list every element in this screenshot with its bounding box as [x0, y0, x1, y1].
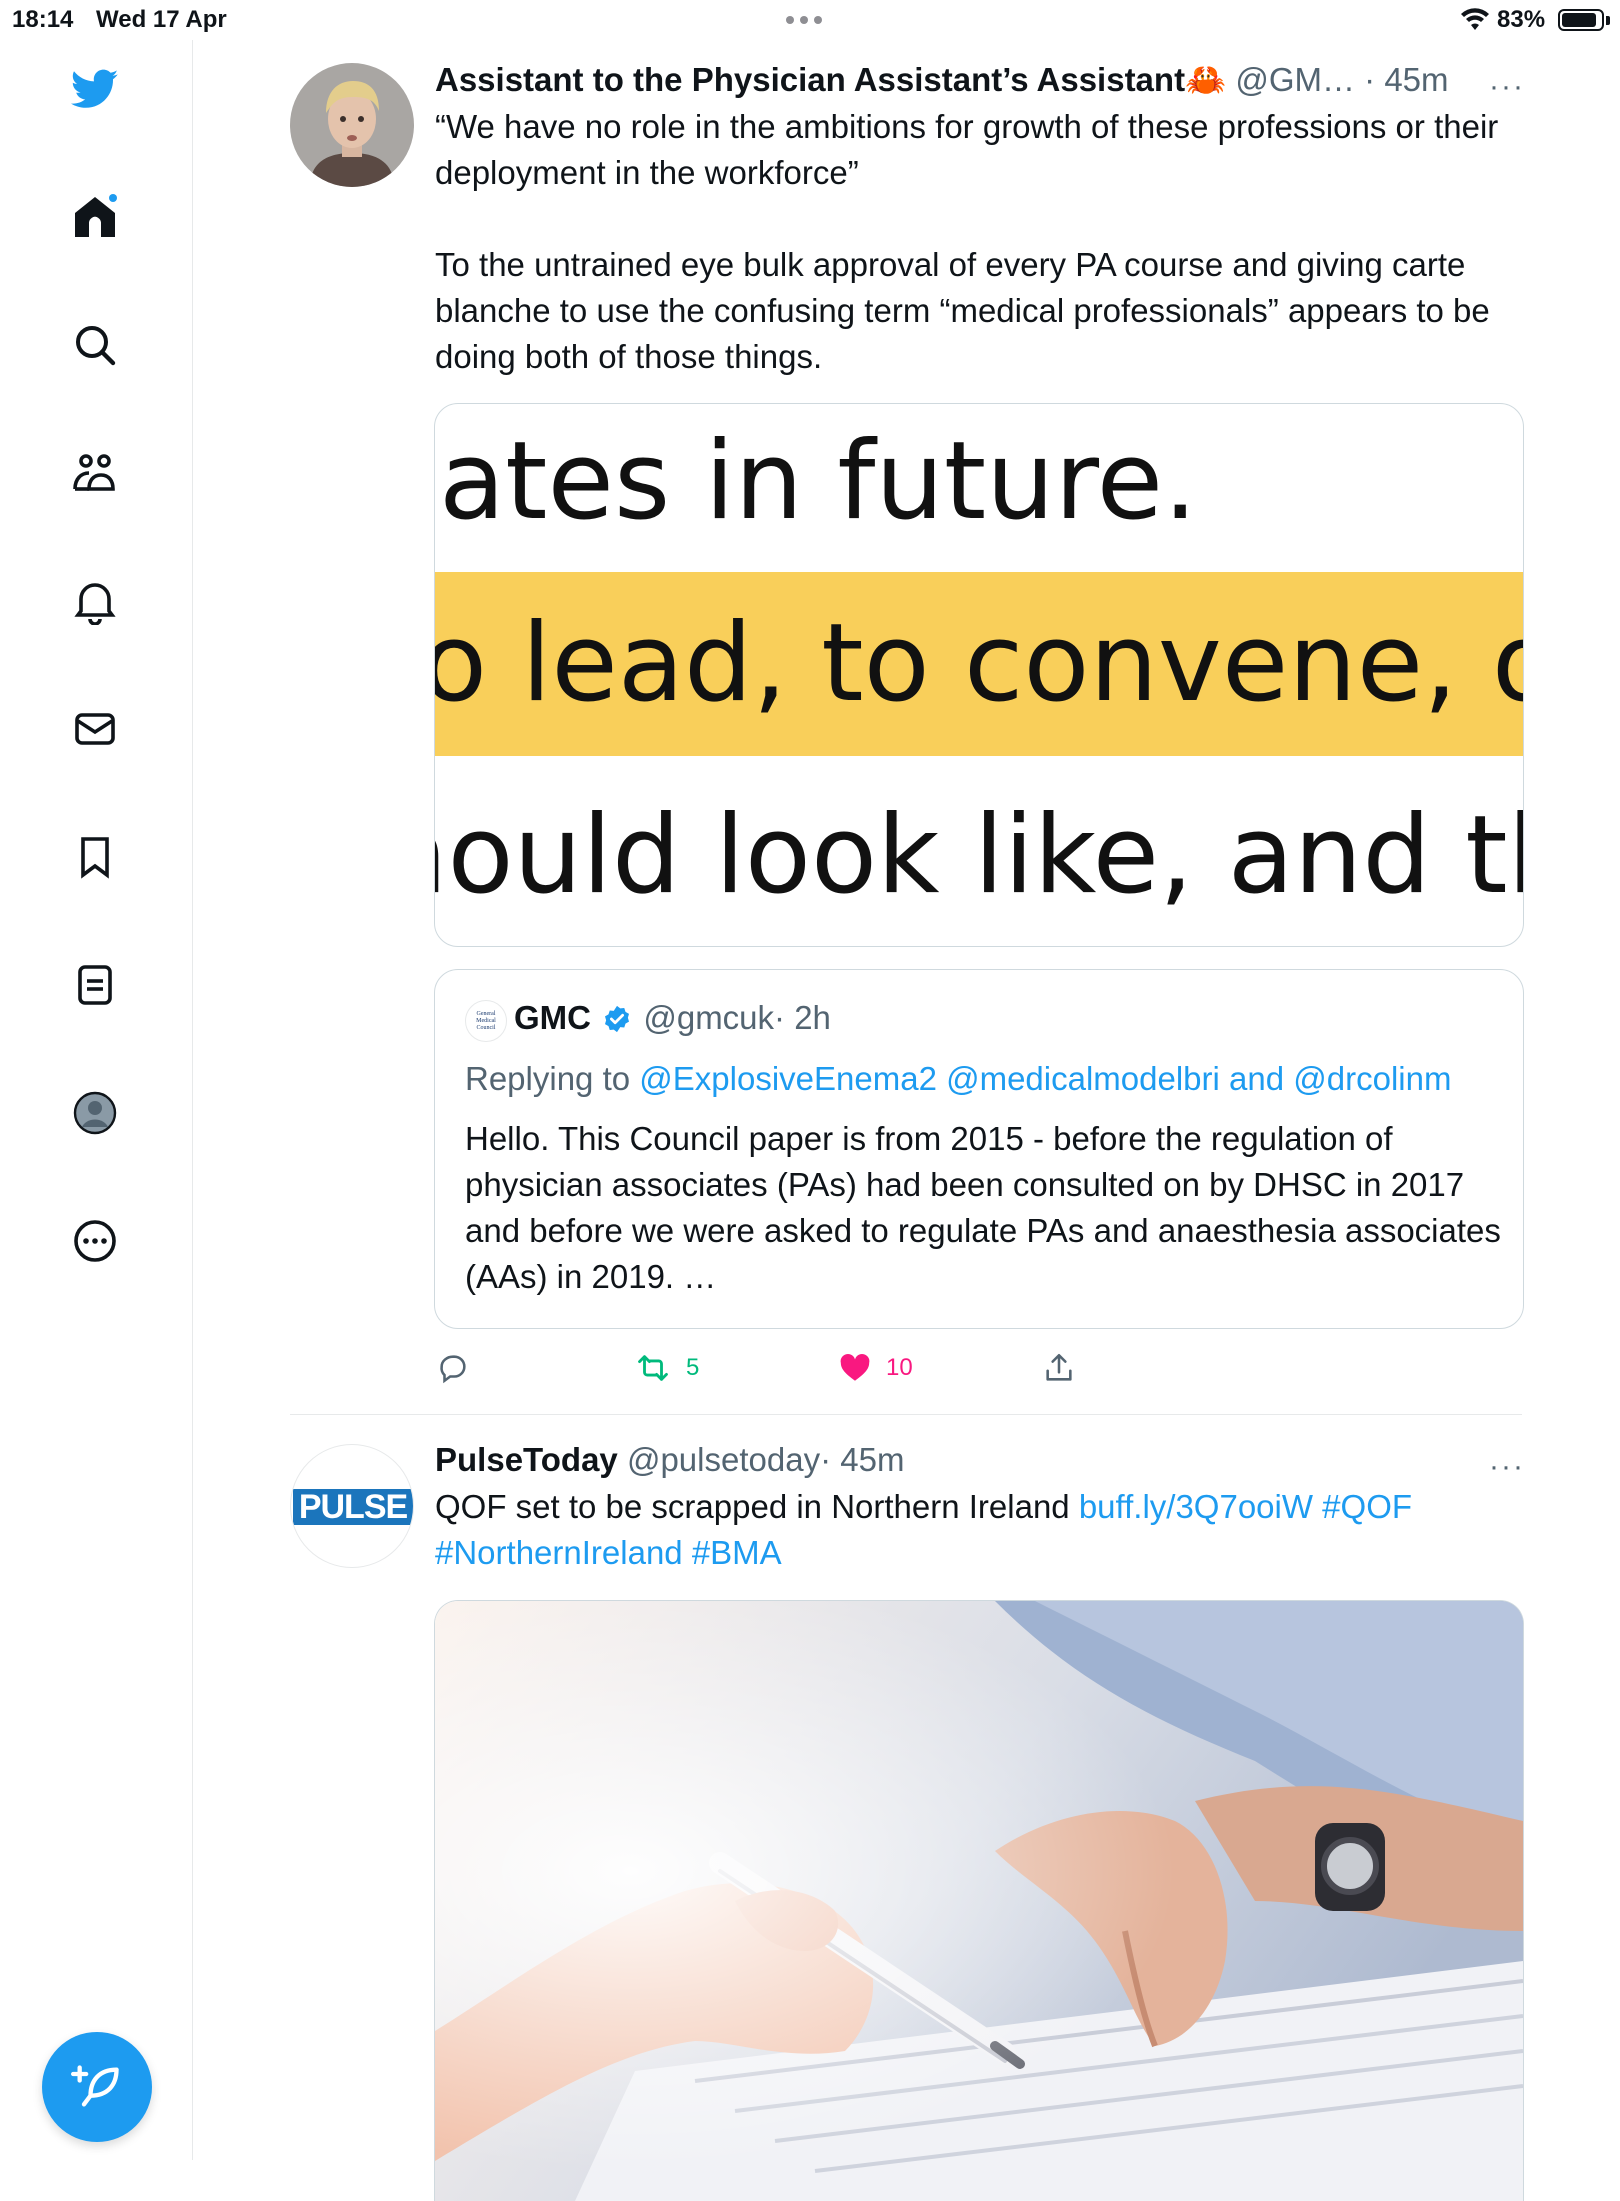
- share-button[interactable]: [1042, 1351, 1076, 1385]
- more-circle-icon[interactable]: [66, 1212, 124, 1270]
- tweet-text-body: To the untrained eye bulk approval of ev…: [435, 246, 1490, 375]
- replying-to-handles[interactable]: @ExplosiveEnema2 @medicalmodelbri and @d…: [639, 1060, 1451, 1097]
- retweet-icon: [638, 1355, 668, 1381]
- battery-percent: 83%: [1497, 6, 1546, 33]
- share-icon: [1046, 1353, 1072, 1381]
- notifications-bell-icon[interactable]: [66, 572, 124, 630]
- user-handle[interactable]: @GM…: [1235, 61, 1355, 98]
- pulse-logo: PULSE: [293, 1489, 413, 1525]
- display-name[interactable]: PulseToday: [435, 1441, 618, 1478]
- messages-envelope-icon[interactable]: [66, 700, 124, 758]
- tweet-header: Assistant to the Physician Assistant’s A…: [435, 60, 1525, 100]
- reply-button[interactable]: [436, 1351, 470, 1385]
- lists-icon[interactable]: [66, 956, 124, 1014]
- gmc-logo: General Medical Council: [465, 1000, 507, 1042]
- tweet[interactable]: Assistant to the Physician Assistant’s A…: [290, 60, 1525, 1403]
- tweet-divider: [290, 1414, 1522, 1415]
- tweet-text: QOF set to be scrapped in Northern Irela…: [435, 1484, 1525, 1576]
- like-button[interactable]: 10: [838, 1351, 913, 1385]
- tweet-text-quote: “We have no role in the ambitions for gr…: [435, 108, 1499, 191]
- status-time: 18:14: [12, 6, 74, 33]
- tweet-header: PulseToday @pulsetoday· 45m: [435, 1440, 1525, 1480]
- home-icon[interactable]: [66, 188, 124, 246]
- twitter-bird-icon[interactable]: [66, 60, 124, 118]
- tweet-more-button[interactable]: ···: [1489, 1450, 1525, 1484]
- search-icon[interactable]: [66, 316, 124, 374]
- avatar[interactable]: PULSE: [290, 1444, 414, 1568]
- quoted-tweet[interactable]: General Medical Council GMC @gmcuk· 2h R…: [434, 969, 1524, 1329]
- multitasking-dots-icon[interactable]: [786, 16, 822, 24]
- compose-feather-icon: [71, 2065, 119, 2107]
- wifi-icon: [1461, 8, 1489, 30]
- svg-text:Medical: Medical: [476, 1018, 496, 1024]
- tweet-time[interactable]: · 45m: [1364, 61, 1448, 98]
- replying-to-line: Replying to @ExplosiveEnema2 @medicalmod…: [465, 1056, 1451, 1102]
- avatar[interactable]: [290, 63, 414, 187]
- svg-text:General: General: [477, 1011, 496, 1017]
- like-count: 10: [886, 1354, 913, 1381]
- image-text-line: hould look like, and th: [434, 793, 1524, 918]
- retweet-button[interactable]: 5: [634, 1351, 699, 1385]
- quoted-time[interactable]: · 2h: [774, 999, 831, 1036]
- tweet-photo[interactable]: [434, 1600, 1524, 2201]
- battery-icon: [1558, 9, 1604, 31]
- status-date: Wed 17 Apr: [96, 6, 227, 33]
- bookmark-icon[interactable]: [66, 828, 124, 886]
- status-bar: 18:14 Wed 17 Apr 83%: [0, 0, 1620, 40]
- retweet-count: 5: [686, 1354, 700, 1381]
- quoted-handle[interactable]: @gmcuk: [643, 999, 774, 1036]
- tweet-time[interactable]: · 45m: [820, 1441, 904, 1478]
- quoted-header: GMC @gmcuk· 2h: [514, 998, 831, 1038]
- tweet-more-button[interactable]: ···: [1489, 70, 1525, 104]
- user-handle[interactable]: @pulsetoday: [627, 1441, 820, 1478]
- display-name[interactable]: Assistant to the Physician Assistant’s A…: [435, 61, 1226, 98]
- verified-badge-icon: [605, 1005, 630, 1033]
- compose-tweet-button[interactable]: [42, 2032, 152, 2142]
- reply-icon: [440, 1355, 466, 1384]
- replying-to-prefix: Replying to: [465, 1060, 631, 1097]
- tweet-image[interactable]: ates in future. o lead, to convene, or h…: [434, 403, 1524, 947]
- quoted-text: Hello. This Council paper is from 2015 -…: [465, 1120, 1501, 1295]
- communities-icon[interactable]: [66, 444, 124, 502]
- tweet[interactable]: PULSE PulseToday @pulsetoday· 45m ··· QO…: [290, 1441, 1525, 2201]
- heart-icon: [840, 1353, 870, 1381]
- tweet-text-plain: QOF set to be scrapped in Northern Irela…: [435, 1488, 1079, 1525]
- image-text-line: ates in future.: [439, 419, 1198, 544]
- image-text-line: o lead, to convene, or: [434, 601, 1524, 726]
- office-photo: [435, 1601, 1523, 2201]
- profile-icon[interactable]: [66, 1084, 124, 1142]
- svg-text:Council: Council: [477, 1025, 496, 1031]
- sidebar-nav: [0, 40, 193, 2160]
- quoted-display-name[interactable]: GMC: [514, 999, 591, 1036]
